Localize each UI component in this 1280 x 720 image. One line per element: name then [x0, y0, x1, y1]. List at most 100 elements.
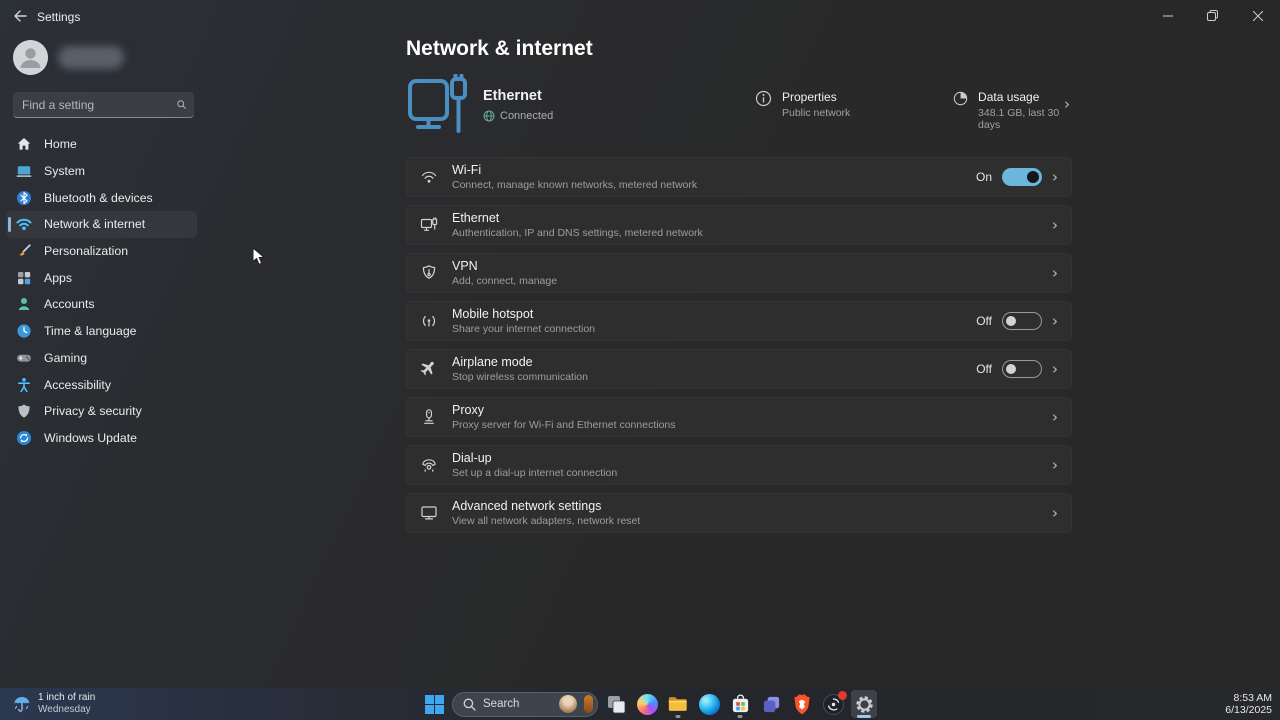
row-vpn[interactable]: VPNAdd, connect, manage › — [406, 253, 1072, 293]
sidebar-item-label: Apps — [44, 271, 72, 285]
page-title: Network & internet — [406, 37, 593, 61]
sidebar-item-gaming[interactable]: Gaming — [6, 345, 197, 372]
search-input[interactable] — [22, 98, 177, 112]
start-button[interactable] — [421, 690, 447, 718]
sidebar-item-accounts[interactable]: Accounts — [6, 291, 197, 318]
apps-grid-icon — [16, 270, 32, 286]
row-airplane-mode[interactable]: Airplane modeStop wireless communication… — [406, 349, 1072, 389]
task-view-button[interactable] — [603, 690, 629, 718]
sidebar-item-home[interactable]: Home — [6, 131, 197, 158]
bluetooth-icon — [16, 190, 32, 206]
task-view-icon — [606, 694, 626, 714]
clock-date: 6/13/2025 — [1225, 704, 1272, 716]
row-title: Proxy — [452, 403, 676, 417]
wifi-toggle[interactable] — [1002, 168, 1042, 186]
weather-line2: Wednesday — [38, 704, 95, 716]
data-usage-subtitle: 348.1 GB, last 30 days — [978, 107, 1072, 131]
sidebar-item-time-language[interactable]: Time & language — [6, 318, 197, 345]
sidebar-item-label: Windows Update — [44, 431, 137, 445]
row-ethernet[interactable]: EthernetAuthentication, IP and DNS setti… — [406, 205, 1072, 245]
close-icon — [1253, 11, 1263, 21]
hotspot-toggle[interactable] — [1002, 312, 1042, 330]
taskbar-clock[interactable]: 8:53 AM 6/13/2025 — [1225, 688, 1272, 720]
main-content: Network & internet Ethernet — [406, 0, 1072, 688]
brave-button[interactable] — [789, 690, 815, 718]
properties-subtitle: Public network — [782, 107, 850, 119]
sidebar-item-label: Accessibility — [44, 378, 111, 392]
restore-button[interactable] — [1190, 0, 1235, 31]
row-subtitle: View all network adapters, network reset — [452, 515, 640, 527]
rain-umbrella-icon — [12, 694, 32, 714]
properties-button[interactable]: Properties Public network — [755, 90, 850, 119]
chevron-right-icon: › — [1064, 97, 1070, 112]
sidebar-item-system[interactable]: System — [6, 158, 197, 185]
taskbar-search-label: Search — [483, 698, 552, 710]
chevron-right-icon: › — [1052, 314, 1058, 329]
close-button[interactable] — [1235, 0, 1280, 31]
sidebar-item-apps[interactable]: Apps — [6, 264, 197, 291]
row-subtitle: Add, connect, manage — [452, 275, 557, 287]
sidebar-item-bluetooth-devices[interactable]: Bluetooth & devices — [6, 184, 197, 211]
ethernet-icon — [418, 216, 439, 234]
teams-button[interactable] — [758, 690, 784, 718]
back-button[interactable] — [8, 5, 32, 27]
taskbar: 1 inch of rain Wednesday Search — [0, 688, 1280, 720]
row-wifi[interactable]: Wi-FiConnect, manage known networks, met… — [406, 157, 1072, 197]
settings-app-button[interactable] — [851, 690, 877, 718]
properties-title: Properties — [782, 90, 850, 104]
row-subtitle: Share your internet connection — [452, 323, 595, 335]
row-title: Dial-up — [452, 451, 617, 465]
connection-status: Connected — [500, 110, 553, 122]
user-avatar[interactable] — [13, 40, 48, 75]
row-mobile-hotspot[interactable]: Mobile hotspotShare your internet connec… — [406, 301, 1072, 341]
window-title: Settings — [37, 10, 80, 24]
running-indicator — [738, 715, 743, 718]
data-usage-button[interactable]: Data usage 348.1 GB, last 30 days — [953, 90, 1072, 131]
shield-icon — [16, 403, 32, 419]
row-title: Airplane mode — [452, 355, 588, 369]
teams-icon — [761, 694, 782, 715]
laptop-icon — [16, 163, 32, 179]
chevron-right-icon: › — [1052, 218, 1058, 233]
wifi-icon — [418, 168, 439, 186]
wifi-state-label: On — [976, 170, 992, 184]
settings-search[interactable] — [13, 92, 194, 118]
connection-info: Ethernet Connected — [483, 88, 553, 122]
chevron-right-icon: › — [1052, 362, 1058, 377]
pie-chart-icon — [953, 90, 968, 107]
copilot-button[interactable] — [634, 690, 660, 718]
minimize-button[interactable] — [1145, 0, 1190, 31]
sidebar-item-personalization[interactable]: Personalization — [6, 238, 197, 265]
sidebar-item-privacy-security[interactable]: Privacy & security — [6, 398, 197, 425]
microsoft-store-button[interactable] — [727, 690, 753, 718]
ethernet-hero-icon — [406, 74, 470, 139]
sidebar-item-accessibility[interactable]: Accessibility — [6, 371, 197, 398]
connection-name: Ethernet — [483, 88, 553, 104]
file-explorer-button[interactable] — [665, 690, 691, 718]
sidebar-item-windows-update[interactable]: Windows Update — [6, 425, 197, 452]
running-indicator — [676, 715, 681, 718]
sidebar-item-label: System — [44, 164, 85, 178]
obs-studio-button[interactable] — [820, 690, 846, 718]
row-dial-up[interactable]: Dial-upSet up a dial-up internet connect… — [406, 445, 1072, 485]
user-name-redacted — [58, 46, 124, 69]
home-icon — [16, 136, 32, 152]
row-proxy[interactable]: ProxyProxy server for Wi-Fi and Ethernet… — [406, 397, 1072, 437]
airplane-state-label: Off — [976, 362, 992, 376]
search-highlight-image — [584, 695, 593, 713]
row-subtitle: Authentication, IP and DNS settings, met… — [452, 227, 703, 239]
edge-button[interactable] — [696, 690, 722, 718]
clock-icon — [16, 323, 32, 339]
taskbar-search[interactable]: Search — [452, 692, 598, 717]
weather-widget[interactable]: 1 inch of rain Wednesday — [6, 688, 101, 720]
gear-icon — [854, 694, 875, 715]
active-indicator — [857, 715, 871, 718]
sidebar-item-network-internet[interactable]: Network & internet — [6, 211, 197, 238]
store-bag-icon — [730, 694, 751, 715]
sidebar-nav: Home System Bluetooth & devices Network … — [6, 131, 197, 451]
row-advanced-network-settings[interactable]: Advanced network settingsView all networ… — [406, 493, 1072, 533]
obs-aperture — [827, 698, 840, 711]
chevron-right-icon: › — [1052, 266, 1058, 281]
airplane-toggle[interactable] — [1002, 360, 1042, 378]
account-person-icon — [16, 296, 32, 312]
